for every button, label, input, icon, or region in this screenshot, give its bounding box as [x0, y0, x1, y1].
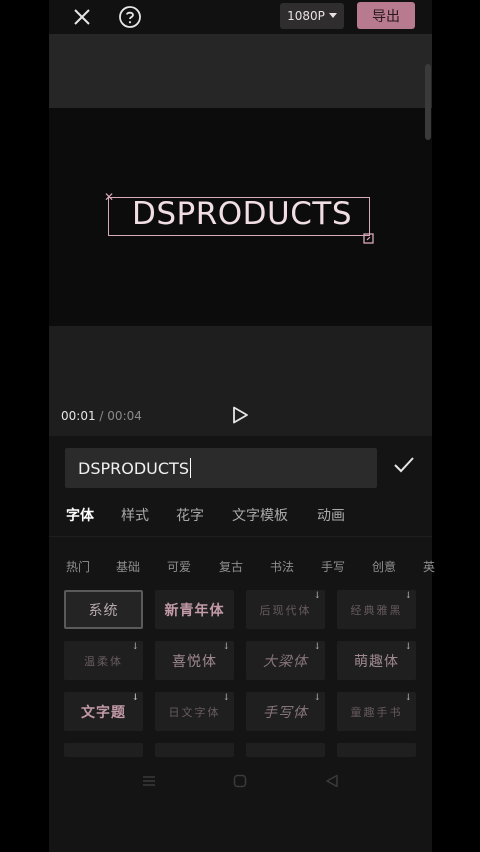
font-tile-jingdian[interactable]: 经典雅黑 ↓: [337, 590, 416, 629]
text-input[interactable]: DSPRODUCTS: [65, 448, 377, 488]
font-tile[interactable]: [64, 743, 143, 757]
category-handwriting[interactable]: 手写: [321, 558, 345, 575]
system-nav-bar: [0, 760, 480, 800]
play-icon[interactable]: [232, 406, 249, 428]
font-label: 经典雅黑: [350, 603, 403, 617]
preview-top-area: [49, 34, 432, 108]
font-label: 童趣手书: [350, 705, 403, 719]
font-tile-tongqu[interactable]: 童趣手书 ↓: [337, 692, 416, 731]
category-popular[interactable]: 热门: [66, 558, 90, 575]
tab-animation[interactable]: 动画: [317, 505, 345, 525]
font-label: 萌趣体: [354, 653, 399, 670]
delete-text-icon[interactable]: ✕: [104, 190, 114, 204]
check-icon[interactable]: [393, 456, 415, 478]
font-label: 手写体: [263, 704, 308, 721]
category-creative[interactable]: 创意: [372, 558, 396, 575]
top-bar: 1080P 导出: [0, 0, 480, 34]
font-label: 日文字体: [168, 705, 221, 719]
tab-style[interactable]: 样式: [121, 505, 149, 525]
tab-fancy-text[interactable]: 花字: [176, 505, 204, 525]
font-label: 喜悦体: [172, 653, 217, 670]
font-tile-wenrou[interactable]: 温柔体 ↓: [64, 641, 143, 680]
font-tile-houxiandai[interactable]: 后现代体 ↓: [246, 590, 325, 629]
tab-font[interactable]: 字体: [66, 505, 94, 525]
menu-icon[interactable]: [142, 773, 156, 792]
tab-divider: [49, 536, 432, 537]
time-separator: /: [99, 409, 104, 423]
rotate-scale-icon[interactable]: [363, 229, 374, 244]
font-tile-xinqingnian[interactable]: 新青年体: [155, 590, 234, 629]
download-icon: ↓: [222, 693, 230, 703]
category-english[interactable]: 英: [423, 558, 435, 575]
font-label: 新青年体: [164, 602, 225, 619]
text-caret: [189, 458, 192, 478]
font-label: 系统: [88, 602, 119, 619]
font-tile-system[interactable]: 系统: [64, 590, 143, 629]
font-tile-riwen[interactable]: 日文字体 ↓: [155, 692, 234, 731]
font-label: 温柔体: [84, 654, 123, 668]
font-tile-xiyue[interactable]: 喜悦体 ↓: [155, 641, 234, 680]
current-time: 00:01: [61, 409, 96, 423]
preview-text: DSPRODUCTS: [132, 196, 353, 232]
tab-text-template[interactable]: 文字模板: [232, 505, 288, 525]
category-basic[interactable]: 基础: [116, 558, 140, 575]
category-calligraphy[interactable]: 书法: [270, 558, 294, 575]
download-icon: ↓: [131, 642, 139, 652]
export-button[interactable]: 导出: [357, 2, 415, 29]
font-tile[interactable]: [337, 743, 416, 757]
font-tile-mengqu[interactable]: 萌趣体 ↓: [337, 641, 416, 680]
font-label: 后现代体: [259, 603, 312, 617]
font-tile-wenziti[interactable]: 文字题 ↓: [64, 692, 143, 731]
download-icon: ↓: [222, 642, 230, 652]
download-icon: ↓: [404, 591, 412, 601]
download-icon: ↓: [404, 693, 412, 703]
font-label: 大梁体: [263, 653, 308, 670]
chevron-down-icon: [328, 13, 337, 18]
font-label: 文字题: [81, 704, 126, 721]
resolution-value: 1080P: [287, 9, 325, 23]
playback-time: 00:01 / 00:04: [61, 409, 142, 423]
close-icon[interactable]: [70, 5, 94, 29]
scroll-indicator: [425, 64, 431, 140]
category-retro[interactable]: 复古: [219, 558, 243, 575]
home-icon[interactable]: [233, 773, 247, 792]
category-cute[interactable]: 可爱: [167, 558, 191, 575]
text-input-value: DSPRODUCTS: [78, 458, 189, 478]
back-icon[interactable]: [325, 773, 339, 792]
total-time: 00:04: [107, 409, 142, 423]
resolution-select[interactable]: 1080P: [280, 3, 344, 29]
font-tile-shouxie[interactable]: 手写体 ↓: [246, 692, 325, 731]
download-icon: ↓: [131, 693, 139, 703]
download-icon: ↓: [313, 642, 321, 652]
download-icon: ↓: [313, 693, 321, 703]
font-tile-daliang[interactable]: 大梁体 ↓: [246, 641, 325, 680]
font-tile[interactable]: [155, 743, 234, 757]
download-icon: ↓: [404, 642, 412, 652]
download-icon: ↓: [313, 591, 321, 601]
help-icon[interactable]: [117, 4, 142, 29]
font-tile[interactable]: [246, 743, 325, 757]
